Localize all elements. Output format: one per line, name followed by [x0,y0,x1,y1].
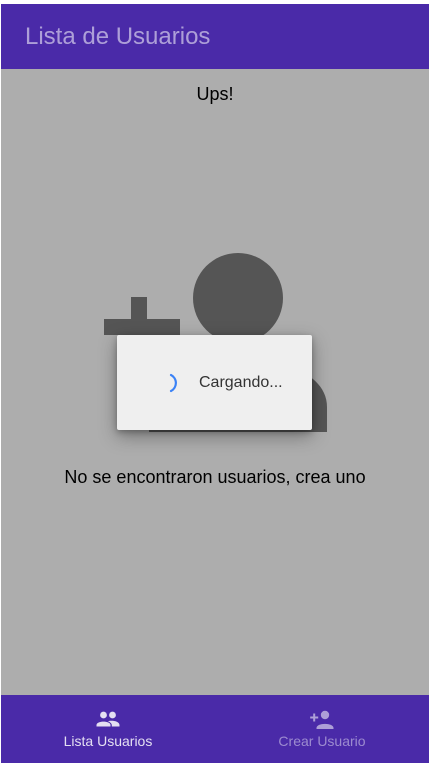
loading-dialog: Cargando... [117,335,312,430]
nav-item-lista-usuarios[interactable]: Lista Usuarios [1,695,215,763]
loading-text: Cargando... [199,373,283,391]
spinner-icon [169,373,177,392]
app-bar: Lista de Usuarios [1,4,429,69]
empty-heading: Ups! [196,84,234,104]
bottom-navigation: Lista Usuarios Crear Usuario [1,695,429,763]
screen: Lista de Usuarios Ups! No se encontraron… [0,0,432,766]
app-title: Lista de Usuarios [25,22,211,50]
nav-label-crear-usuario: Crear Usuario [278,733,366,749]
people-icon [96,711,120,727]
person-add-icon [310,710,334,729]
empty-message: No se encontraron usuarios, crea uno [64,467,366,487]
nav-label-lista-usuarios: Lista Usuarios [63,733,153,749]
nav-item-crear-usuario[interactable]: Crear Usuario [215,695,429,763]
